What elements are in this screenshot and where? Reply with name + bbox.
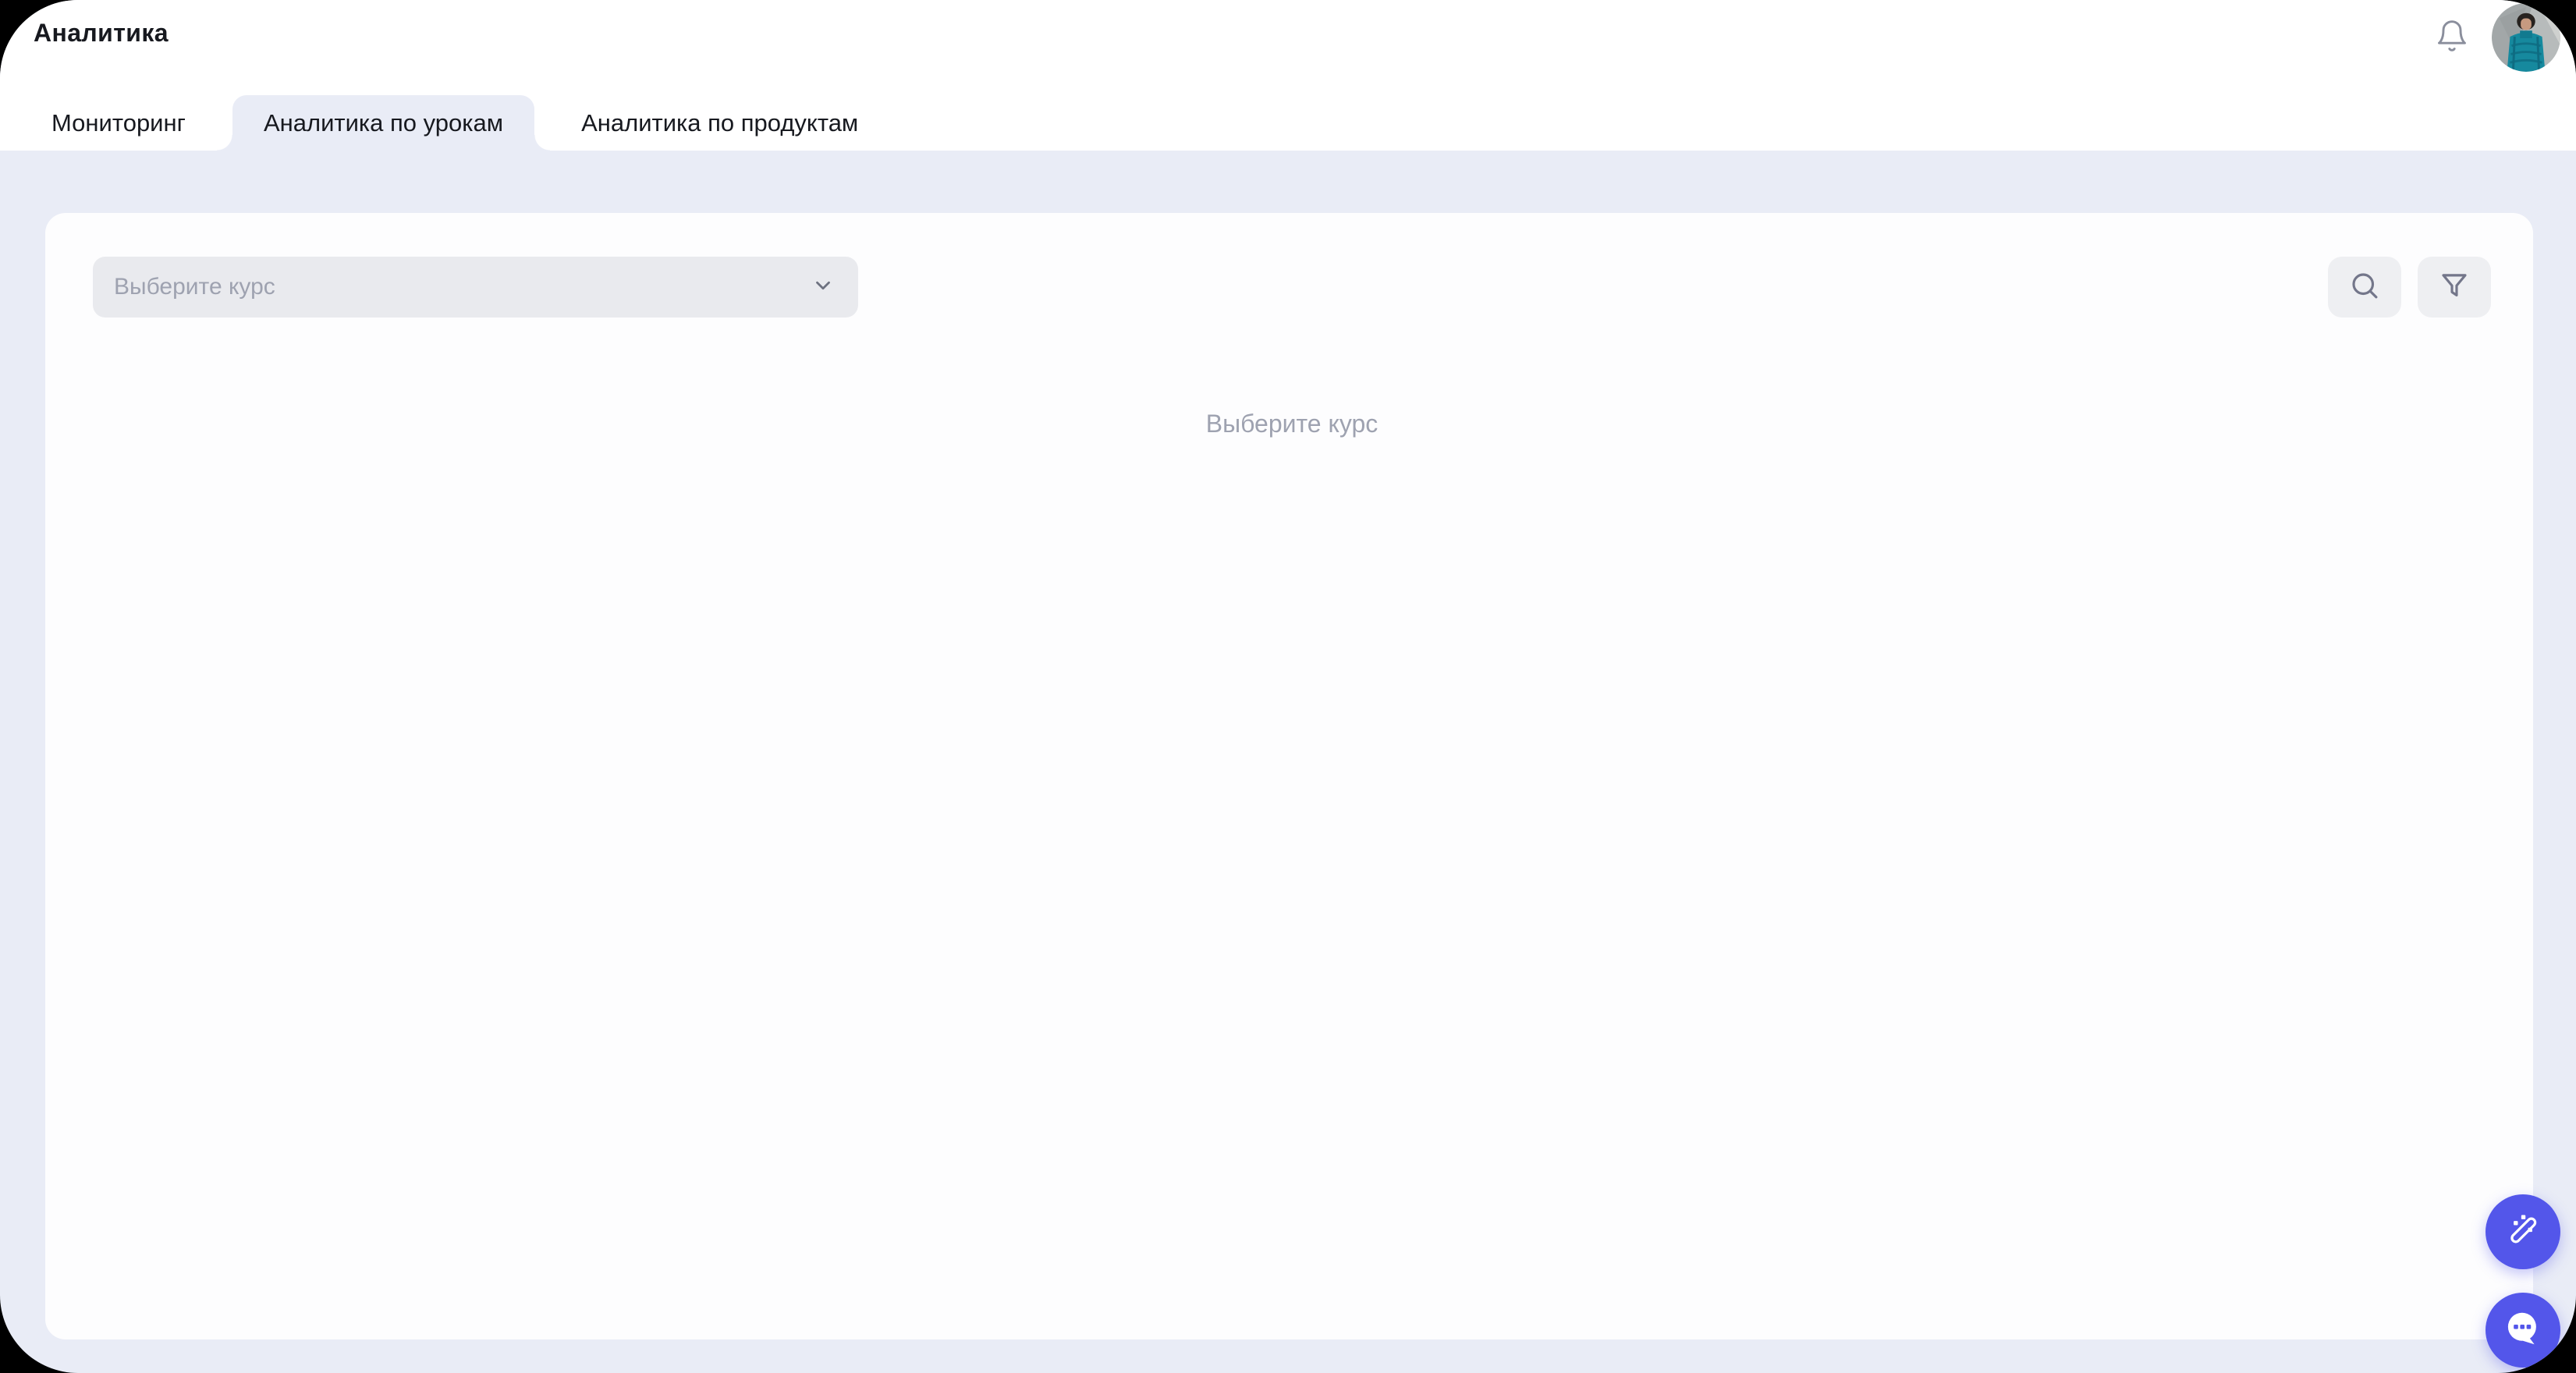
chat-support-button[interactable] bbox=[2486, 1293, 2560, 1368]
search-icon bbox=[2348, 269, 2381, 306]
search-button[interactable] bbox=[2328, 257, 2401, 318]
tab-products-analytics[interactable]: Аналитика по продуктам bbox=[550, 95, 889, 151]
filter-icon bbox=[2438, 269, 2471, 306]
tab-label: Аналитика по урокам bbox=[263, 108, 504, 137]
empty-state-message: Выберите курс bbox=[1205, 410, 1378, 438]
tab-lessons-analytics[interactable]: Аналитика по урокам bbox=[216, 95, 551, 151]
content-area: Выберите курс Выберите курс bbox=[0, 151, 2576, 1373]
avatar[interactable] bbox=[2492, 3, 2560, 72]
header-actions bbox=[2434, 0, 2560, 75]
chat-icon bbox=[2502, 1307, 2544, 1353]
header: Аналитика Мониторинг Аналитика по урокам… bbox=[0, 0, 2576, 151]
tab-bar: Мониторинг Аналитика по урокам Аналитика… bbox=[20, 95, 889, 151]
app-window: Аналитика Мониторинг Аналитика по урокам… bbox=[0, 0, 2576, 1373]
toolbar: Выберите курс bbox=[93, 257, 2491, 318]
magic-wand-icon bbox=[2503, 1210, 2543, 1254]
bell-icon bbox=[2435, 19, 2469, 57]
tab-label: Аналитика по продуктам bbox=[581, 108, 859, 137]
notifications-button[interactable] bbox=[2434, 20, 2470, 55]
toolbar-actions bbox=[2328, 257, 2491, 318]
course-select-placeholder: Выберите курс bbox=[114, 274, 275, 300]
course-select[interactable]: Выберите курс bbox=[93, 257, 858, 318]
analytics-card: Выберите курс Выберите курс bbox=[45, 213, 2533, 1339]
tab-monitoring[interactable]: Мониторинг bbox=[20, 95, 217, 151]
tab-label: Мониторинг bbox=[51, 108, 186, 137]
chevron-down-icon bbox=[811, 274, 835, 301]
page-title: Аналитика bbox=[34, 19, 169, 47]
ai-assistant-button[interactable] bbox=[2486, 1194, 2560, 1269]
filter-button[interactable] bbox=[2418, 257, 2491, 318]
